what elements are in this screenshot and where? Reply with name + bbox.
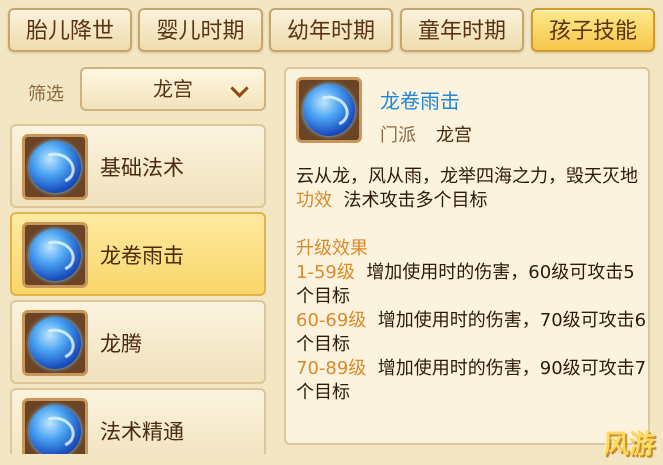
upgrade-label: 升级效果 bbox=[296, 238, 368, 259]
skill-item-selected[interactable]: 龙卷雨击 bbox=[10, 212, 266, 296]
dropdown-value: 龙宫 bbox=[153, 77, 193, 101]
detail-title: 龙卷雨击 bbox=[380, 89, 460, 113]
skill-icon bbox=[22, 222, 88, 288]
school-filter-dropdown[interactable]: 龙宫 bbox=[80, 67, 266, 111]
chevron-down-icon bbox=[230, 79, 249, 98]
tab-childhood[interactable]: 童年时期 bbox=[400, 8, 524, 52]
skill-icon bbox=[22, 310, 88, 376]
tab-bar: 胎儿降世 婴儿时期 幼年时期 童年时期 孩子技能 bbox=[0, 0, 663, 60]
skill-description: 云从龙，风从雨，龙举四海之力，毁天灭地 bbox=[296, 166, 638, 187]
skill-item[interactable]: 法术精通 bbox=[10, 388, 266, 454]
filter-label: 筛选 bbox=[28, 84, 64, 105]
skill-item[interactable]: 龙腾 bbox=[10, 300, 266, 384]
detail-body: 云从龙，风从雨，龙举四海之力，毁天灭地 功效 法术攻击多个目标 升级效果 1-5… bbox=[296, 165, 648, 405]
effect-row: 功效 法术攻击多个目标 bbox=[296, 189, 648, 213]
effect-label: 功效 bbox=[296, 190, 332, 211]
skill-detail-panel: 龙卷雨击 门派 龙宫 云从龙，风从雨，龙举四海之力，毁天灭地 功效 法术攻击多个… bbox=[284, 67, 650, 445]
skill-list[interactable]: 基础法术 龙卷雨击 龙腾 法术精通 bbox=[10, 124, 268, 454]
upgrade-row: 70-89级 增加使用时的伤害，90级可攻击7个目标 bbox=[296, 358, 647, 403]
upgrade-row: 60-69级 增加使用时的伤害，70级可攻击6个目标 bbox=[296, 310, 647, 355]
tab-toddler[interactable]: 幼年时期 bbox=[269, 8, 393, 52]
upgrade-row: 1-59级 增加使用时的伤害，60级可攻击5个目标 bbox=[296, 262, 635, 307]
skill-icon bbox=[22, 134, 88, 200]
effect-value: 法术攻击多个目标 bbox=[343, 190, 488, 211]
school-label: 门派 bbox=[380, 125, 416, 146]
skill-icon bbox=[22, 398, 88, 454]
skill-name: 龙卷雨击 bbox=[100, 244, 184, 268]
detail-skill-icon bbox=[296, 77, 362, 143]
skill-name: 法术精通 bbox=[100, 420, 184, 444]
tab-child-skills[interactable]: 孩子技能 bbox=[531, 8, 655, 52]
tab-fetus[interactable]: 胎儿降世 bbox=[8, 8, 132, 52]
skill-name: 基础法术 bbox=[100, 156, 184, 180]
skill-name: 龙腾 bbox=[100, 332, 142, 356]
school-value: 龙宫 bbox=[436, 125, 472, 146]
skill-item[interactable]: 基础法术 bbox=[10, 124, 266, 208]
site-watermark-logo: 风游 bbox=[602, 430, 655, 460]
tab-infant[interactable]: 婴儿时期 bbox=[138, 8, 263, 52]
